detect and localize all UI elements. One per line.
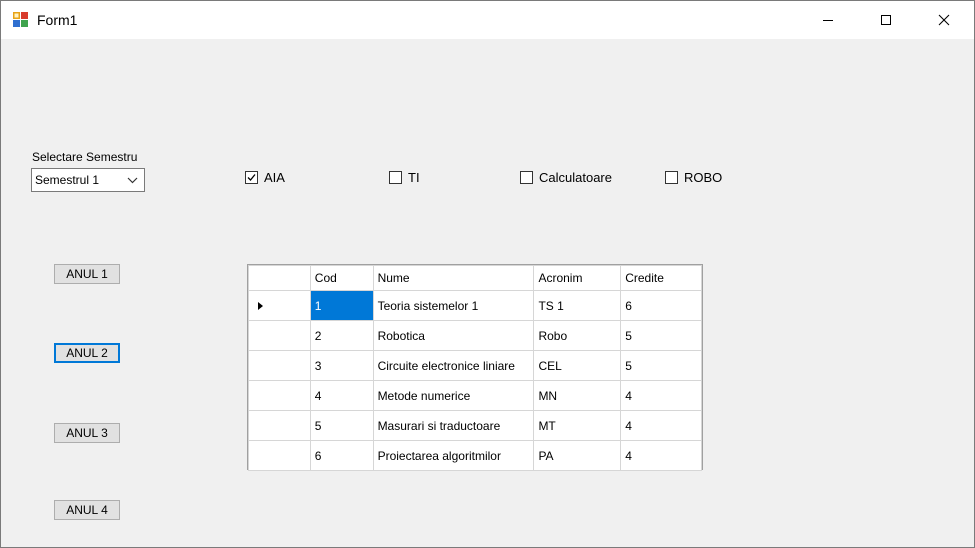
cell-credite[interactable]: 4 [620, 410, 702, 441]
cell-cod[interactable]: 4 [309, 380, 374, 411]
column-header-credite[interactable]: Credite [620, 265, 702, 291]
table-row[interactable]: 6 Proiectarea algoritmilor PA 4 [248, 440, 702, 471]
checkbox-robo-box[interactable] [665, 170, 678, 184]
checkbox-ti-box[interactable] [389, 170, 402, 184]
form-app-icon [13, 12, 28, 27]
cell-acronim[interactable]: TS 1 [533, 290, 622, 321]
cell-nume[interactable]: Masurari si traductoare [372, 410, 535, 441]
semester-select[interactable]: Semestrul 1 [31, 168, 145, 192]
cell-credite[interactable]: 4 [620, 380, 702, 411]
row-header[interactable] [248, 410, 311, 441]
form-window: Form1 Selectare Semestru Semestrul 1 AIA… [0, 0, 975, 548]
cell-credite[interactable]: 6 [620, 290, 702, 321]
year-1-button[interactable]: ANUL 1 [54, 264, 120, 284]
cell-acronim[interactable]: CEL [533, 350, 622, 381]
courses-grid[interactable]: Cod Nume Acronim Credite 1 Teoria sistem… [247, 264, 703, 471]
row-header[interactable] [248, 350, 311, 381]
year-3-button[interactable]: ANUL 3 [54, 423, 120, 443]
cell-cod[interactable]: 3 [309, 350, 374, 381]
column-header-acronim[interactable]: Acronim [533, 265, 622, 291]
table-row[interactable]: 4 Metode numerice MN 4 [248, 380, 702, 411]
checkbox-calculatoare-label: Calculatoare [539, 169, 612, 185]
minimize-icon [823, 20, 833, 21]
column-header-cod[interactable]: Cod [309, 265, 374, 291]
maximize-icon [881, 15, 891, 25]
window-title: Form1 [37, 12, 78, 28]
semester-selected-value: Semestrul 1 [35, 173, 100, 187]
year-4-button[interactable]: ANUL 4 [54, 500, 120, 520]
cell-acronim[interactable]: PA [533, 440, 622, 471]
checkbox-aia-label: AIA [264, 169, 285, 185]
cell-cod[interactable]: 2 [309, 320, 374, 351]
chevron-down-icon[interactable] [127, 176, 138, 184]
row-header[interactable] [248, 320, 311, 351]
cell-acronim[interactable]: MT [533, 410, 622, 441]
checkbox-calculatoare[interactable]: Calculatoare [520, 168, 612, 186]
checkbox-aia[interactable]: AIA [245, 168, 285, 186]
title-bar[interactable]: Form1 [1, 1, 974, 39]
grid-corner-cell[interactable] [248, 265, 311, 291]
cell-nume[interactable]: Circuite electronice liniare [372, 350, 535, 381]
checkbox-ti-label: TI [408, 169, 420, 185]
checkmark-icon [247, 173, 256, 181]
column-header-nume[interactable]: Nume [372, 265, 535, 291]
table-row[interactable]: 3 Circuite electronice liniare CEL 5 [248, 350, 702, 381]
table-row[interactable]: 2 Robotica Robo 5 [248, 320, 702, 351]
maximize-button[interactable] [857, 1, 915, 39]
table-row[interactable]: 5 Masurari si traductoare MT 4 [248, 410, 702, 441]
checkbox-robo[interactable]: ROBO [665, 168, 722, 186]
cell-nume[interactable]: Proiectarea algoritmilor [372, 440, 535, 471]
cell-acronim[interactable]: MN [533, 380, 622, 411]
cell-cod[interactable]: 6 [309, 440, 374, 471]
cell-nume[interactable]: Metode numerice [372, 380, 535, 411]
checkbox-calculatoare-box[interactable] [520, 170, 533, 184]
cell-acronim[interactable]: Robo [533, 320, 622, 351]
checkbox-ti[interactable]: TI [389, 168, 420, 186]
year-2-button[interactable]: ANUL 2 [54, 343, 120, 363]
minimize-button[interactable] [799, 1, 857, 39]
cell-cod[interactable]: 1 [309, 290, 374, 321]
row-pointer-icon [258, 301, 263, 310]
cell-credite[interactable]: 5 [620, 350, 702, 381]
cell-credite[interactable]: 5 [620, 320, 702, 351]
courses-table: Cod Nume Acronim Credite 1 Teoria sistem… [248, 265, 702, 471]
row-header[interactable] [248, 440, 311, 471]
checkbox-aia-box[interactable] [245, 170, 258, 184]
semester-label: Selectare Semestru [32, 150, 138, 164]
close-icon [938, 14, 950, 26]
close-button[interactable] [915, 1, 973, 39]
cell-credite[interactable]: 4 [620, 440, 702, 471]
table-header-row: Cod Nume Acronim Credite [248, 265, 702, 291]
row-header[interactable] [248, 290, 311, 321]
row-header[interactable] [248, 380, 311, 411]
cell-nume[interactable]: Robotica [372, 320, 535, 351]
checkbox-robo-label: ROBO [684, 169, 723, 185]
cell-cod[interactable]: 5 [309, 410, 374, 441]
table-row[interactable]: 1 Teoria sistemelor 1 TS 1 6 [248, 290, 702, 321]
cell-nume[interactable]: Teoria sistemelor 1 [372, 290, 535, 321]
